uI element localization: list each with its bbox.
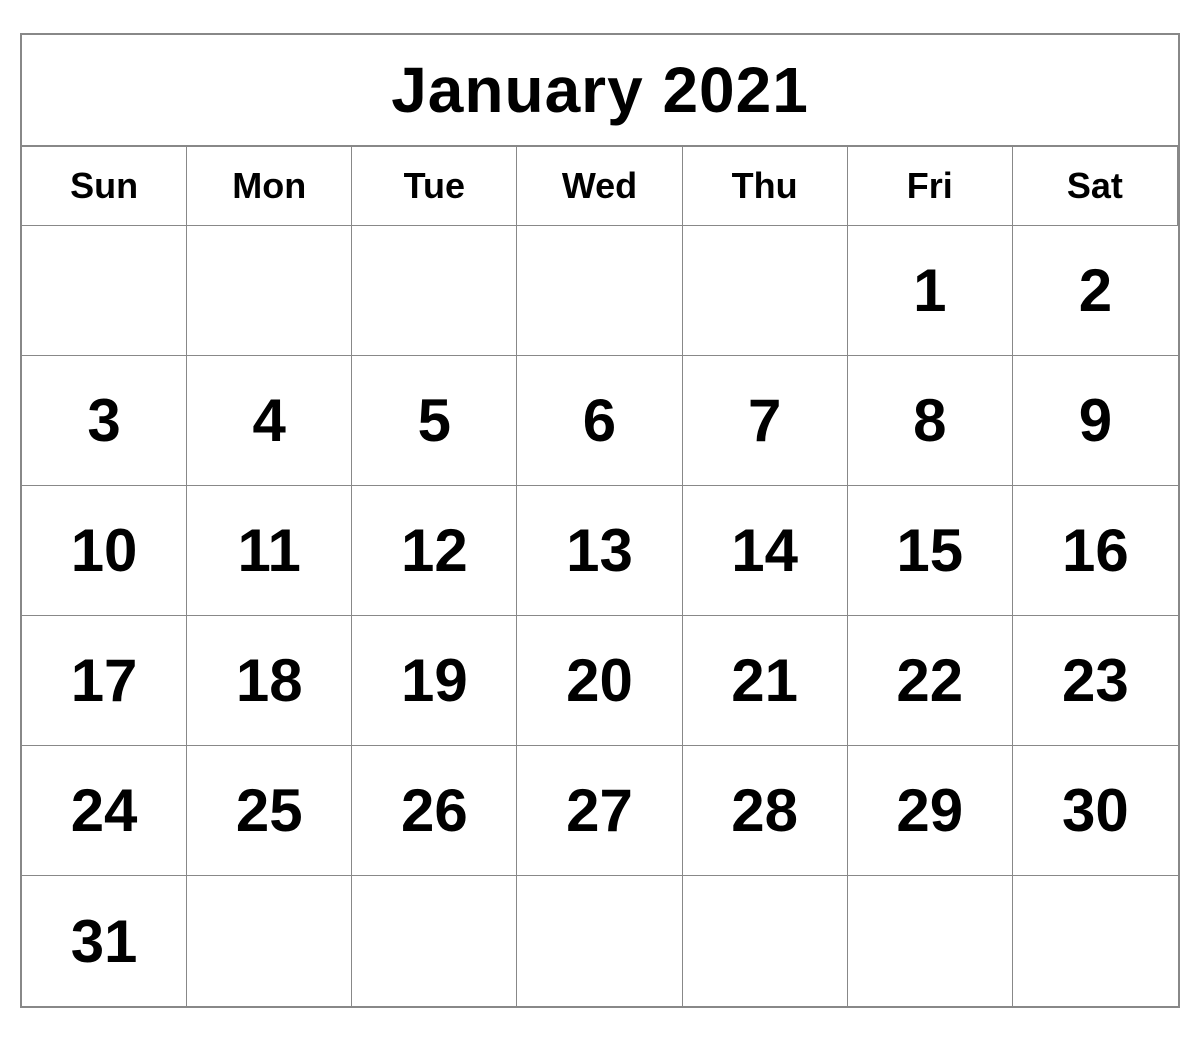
day-cell-empty bbox=[683, 876, 848, 1006]
day-cell-10[interactable]: 10 bbox=[22, 486, 187, 616]
day-cell-28[interactable]: 28 bbox=[683, 746, 848, 876]
day-cell-11[interactable]: 11 bbox=[187, 486, 352, 616]
day-header-wed: Wed bbox=[517, 147, 682, 226]
day-cell-empty bbox=[517, 226, 682, 356]
day-cell-9[interactable]: 9 bbox=[1013, 356, 1178, 486]
day-cell-1[interactable]: 1 bbox=[848, 226, 1013, 356]
day-header-thu: Thu bbox=[683, 147, 848, 226]
day-cell-18[interactable]: 18 bbox=[187, 616, 352, 746]
day-cell-empty bbox=[517, 876, 682, 1006]
day-cell-29[interactable]: 29 bbox=[848, 746, 1013, 876]
day-cell-empty bbox=[1013, 876, 1178, 1006]
day-cell-6[interactable]: 6 bbox=[517, 356, 682, 486]
day-cell-19[interactable]: 19 bbox=[352, 616, 517, 746]
day-cell-24[interactable]: 24 bbox=[22, 746, 187, 876]
day-cell-empty bbox=[352, 226, 517, 356]
day-header-tue: Tue bbox=[352, 147, 517, 226]
day-cell-13[interactable]: 13 bbox=[517, 486, 682, 616]
day-cell-7[interactable]: 7 bbox=[683, 356, 848, 486]
day-cell-23[interactable]: 23 bbox=[1013, 616, 1178, 746]
day-header-sun: Sun bbox=[22, 147, 187, 226]
day-cell-31[interactable]: 31 bbox=[22, 876, 187, 1006]
day-cell-empty bbox=[22, 226, 187, 356]
day-cell-27[interactable]: 27 bbox=[517, 746, 682, 876]
day-header-sat: Sat bbox=[1013, 147, 1178, 226]
day-cell-empty bbox=[848, 876, 1013, 1006]
calendar-grid: SunMonTueWedThuFriSat1234567891011121314… bbox=[22, 147, 1178, 1006]
day-cell-empty bbox=[352, 876, 517, 1006]
day-cell-empty bbox=[187, 226, 352, 356]
day-cell-empty bbox=[683, 226, 848, 356]
day-cell-17[interactable]: 17 bbox=[22, 616, 187, 746]
day-cell-22[interactable]: 22 bbox=[848, 616, 1013, 746]
day-cell-21[interactable]: 21 bbox=[683, 616, 848, 746]
day-cell-26[interactable]: 26 bbox=[352, 746, 517, 876]
day-cell-8[interactable]: 8 bbox=[848, 356, 1013, 486]
day-header-mon: Mon bbox=[187, 147, 352, 226]
day-cell-16[interactable]: 16 bbox=[1013, 486, 1178, 616]
day-cell-30[interactable]: 30 bbox=[1013, 746, 1178, 876]
day-cell-2[interactable]: 2 bbox=[1013, 226, 1178, 356]
day-cell-14[interactable]: 14 bbox=[683, 486, 848, 616]
day-cell-20[interactable]: 20 bbox=[517, 616, 682, 746]
day-cell-4[interactable]: 4 bbox=[187, 356, 352, 486]
day-cell-15[interactable]: 15 bbox=[848, 486, 1013, 616]
day-cell-12[interactable]: 12 bbox=[352, 486, 517, 616]
day-cell-25[interactable]: 25 bbox=[187, 746, 352, 876]
day-cell-5[interactable]: 5 bbox=[352, 356, 517, 486]
day-cell-empty bbox=[187, 876, 352, 1006]
calendar-title: January 2021 bbox=[22, 35, 1178, 147]
calendar: January 2021 SunMonTueWedThuFriSat123456… bbox=[20, 33, 1180, 1008]
day-header-fri: Fri bbox=[848, 147, 1013, 226]
day-cell-3[interactable]: 3 bbox=[22, 356, 187, 486]
